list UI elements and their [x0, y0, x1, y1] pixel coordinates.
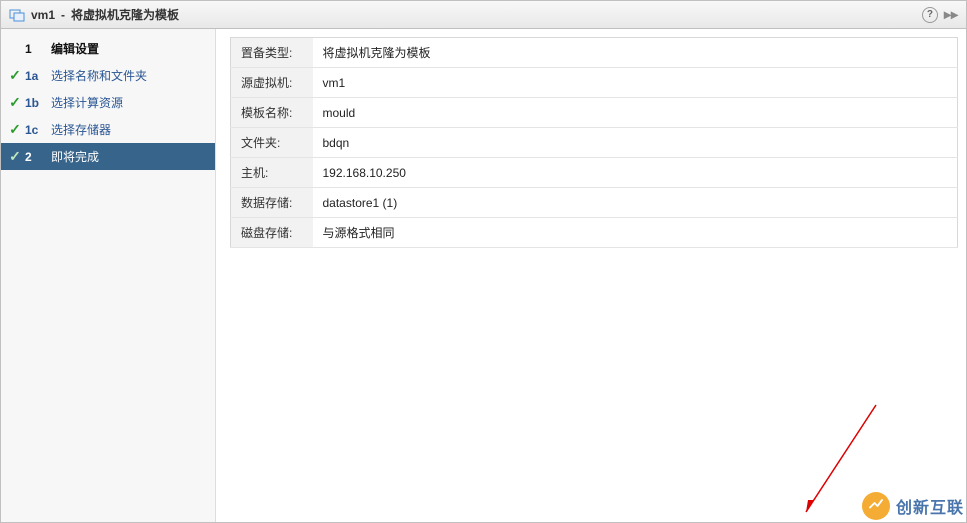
step-label: 编辑设置: [51, 40, 99, 57]
summary-value: 192.168.10.250: [313, 158, 958, 188]
summary-key: 主机:: [231, 158, 313, 188]
table-row: 文件夹: bdqn: [231, 128, 958, 158]
check-icon: ✓: [9, 148, 21, 165]
step-label: 选择存储器: [51, 121, 111, 138]
table-row: 数据存储: datastore1 (1): [231, 188, 958, 218]
title-vm-name: vm1: [31, 8, 55, 22]
step-parent-edit-settings[interactable]: 1 编辑设置: [1, 35, 215, 62]
wizard-content: 置备类型: 将虚拟机克隆为模板 源虚拟机: vm1 模板名称: mould 文件…: [216, 29, 966, 522]
help-icon[interactable]: ?: [922, 7, 938, 23]
step-name-folder[interactable]: ✓ 1a 选择名称和文件夹: [1, 62, 215, 89]
summary-key: 源虚拟机:: [231, 68, 313, 98]
summary-value: 与源格式相同: [313, 218, 958, 248]
check-icon: ✓: [9, 67, 21, 84]
summary-key: 磁盘存储:: [231, 218, 313, 248]
table-row: 源虚拟机: vm1: [231, 68, 958, 98]
summary-value: datastore1 (1): [313, 188, 958, 218]
table-row: 模板名称: mould: [231, 98, 958, 128]
summary-table: 置备类型: 将虚拟机克隆为模板 源虚拟机: vm1 模板名称: mould 文件…: [230, 37, 958, 248]
watermark-logo-icon: [862, 492, 890, 520]
title-bar: vm1 - 将虚拟机克隆为模板 ? ▸▸: [1, 1, 966, 29]
wizard-sidebar: 1 编辑设置 ✓ 1a 选择名称和文件夹 ✓ 1b 选择计算资源 ✓ 1c 选择…: [1, 29, 216, 522]
step-compute-resource[interactable]: ✓ 1b 选择计算资源: [1, 89, 215, 116]
step-ready-complete[interactable]: ✓ 2 即将完成: [1, 143, 215, 170]
summary-value: 将虚拟机克隆为模板: [313, 38, 958, 68]
expand-icon[interactable]: ▸▸: [944, 6, 958, 23]
check-icon: ✓: [9, 121, 21, 138]
step-number: 2: [25, 150, 45, 164]
summary-key: 数据存储:: [231, 188, 313, 218]
summary-key: 置备类型:: [231, 38, 313, 68]
table-row: 磁盘存储: 与源格式相同: [231, 218, 958, 248]
step-storage[interactable]: ✓ 1c 选择存储器: [1, 116, 215, 143]
summary-value: mould: [313, 98, 958, 128]
title-separator: -: [61, 8, 65, 22]
step-number: 1a: [25, 69, 45, 83]
step-label: 选择计算资源: [51, 94, 123, 111]
step-number: 1: [25, 42, 45, 56]
dialog-body: 1 编辑设置 ✓ 1a 选择名称和文件夹 ✓ 1b 选择计算资源 ✓ 1c 选择…: [1, 29, 966, 522]
summary-value: bdqn: [313, 128, 958, 158]
watermark: 创新互联: [862, 492, 964, 520]
vm-icon: [9, 7, 25, 23]
step-label: 选择名称和文件夹: [51, 67, 147, 84]
summary-key: 模板名称:: [231, 98, 313, 128]
step-number: 1b: [25, 96, 45, 110]
wizard-dialog: vm1 - 将虚拟机克隆为模板 ? ▸▸ 1 编辑设置 ✓ 1a 选择名称和文件…: [0, 0, 967, 523]
step-label: 即将完成: [51, 148, 99, 165]
step-number: 1c: [25, 123, 45, 137]
table-row: 主机: 192.168.10.250: [231, 158, 958, 188]
watermark-text: 创新互联: [896, 494, 964, 518]
title-action: 将虚拟机克隆为模板: [71, 6, 179, 23]
annotation-arrow-icon: [786, 400, 886, 520]
check-icon: ✓: [9, 94, 21, 111]
summary-key: 文件夹:: [231, 128, 313, 158]
summary-value: vm1: [313, 68, 958, 98]
table-row: 置备类型: 将虚拟机克隆为模板: [231, 38, 958, 68]
